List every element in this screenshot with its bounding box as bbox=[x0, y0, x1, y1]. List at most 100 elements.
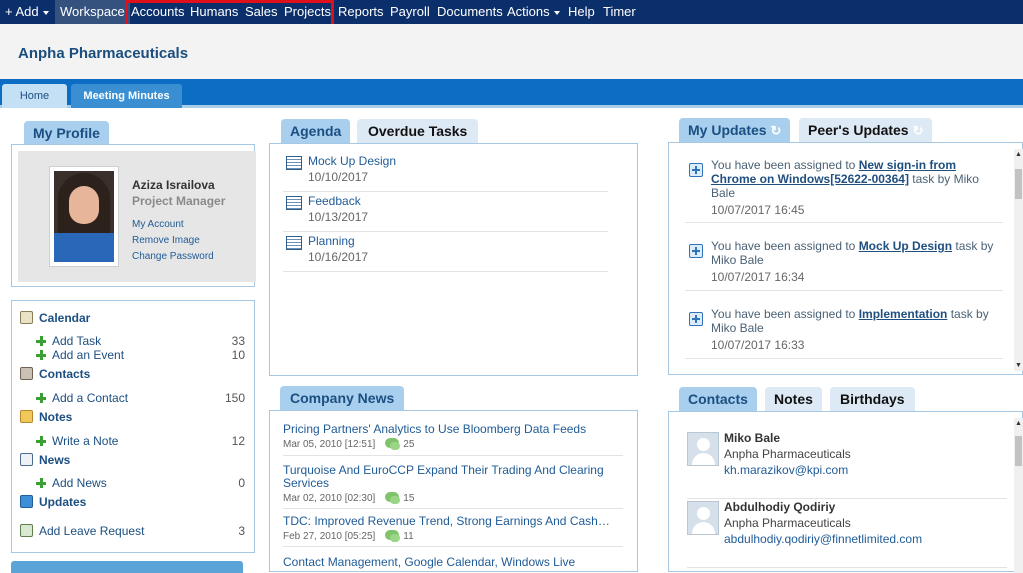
contacts-panel: Miko Bale Anpha Pharmaceuticals kh.maraz… bbox=[668, 411, 1023, 573]
my-account-link[interactable]: My Account bbox=[132, 219, 184, 230]
expand-icon[interactable] bbox=[689, 244, 703, 258]
nav-workspace[interactable]: Workspace bbox=[55, 0, 130, 24]
tab-birthdays[interactable]: Birthdays bbox=[830, 387, 915, 412]
nav-reports[interactable]: Reports bbox=[338, 0, 384, 24]
plus-icon bbox=[36, 436, 46, 446]
nav-timer[interactable]: Timer bbox=[603, 0, 636, 24]
refresh-icon[interactable]: ↻ bbox=[770, 123, 781, 138]
scroll-thumb[interactable] bbox=[1015, 169, 1022, 199]
news-item-meta: Mar 05, 2010 [12:51] 25 bbox=[283, 438, 623, 450]
profile-name: Aziza Israilova bbox=[132, 178, 215, 192]
expand-icon[interactable] bbox=[689, 312, 703, 326]
tab-agenda[interactable]: Agenda bbox=[281, 119, 351, 144]
contacts-heading[interactable]: Contacts bbox=[20, 367, 90, 383]
contact-name: Abdulhodiy Qodiriy bbox=[724, 500, 836, 514]
nav-actions[interactable]: Actions bbox=[507, 0, 560, 24]
photo-shirt bbox=[54, 233, 114, 262]
refresh-icon[interactable]: ↻ bbox=[913, 123, 924, 138]
agenda-item-title[interactable]: Feedback bbox=[308, 194, 361, 208]
news-item: Turquoise And EuroCCP Expand Their Tradi… bbox=[283, 464, 623, 509]
company-header: Anpha Pharmaceuticals bbox=[0, 24, 1023, 79]
notes-heading[interactable]: Notes bbox=[20, 410, 72, 426]
chevron-down-icon bbox=[42, 10, 49, 15]
calendar-icon bbox=[286, 156, 302, 170]
contact-item[interactable]: Abdulhodiy Qodiriy Anpha Pharmaceuticals… bbox=[687, 500, 1007, 568]
updates-scrollbar[interactable]: ▲ ▼ bbox=[1014, 149, 1023, 371]
nav-payroll[interactable]: Payroll bbox=[390, 0, 430, 24]
contact-email-link[interactable]: kh.marazikov@kpi.com bbox=[724, 463, 848, 477]
comment-icon bbox=[385, 438, 401, 450]
my-profile-tab[interactable]: My Profile bbox=[24, 121, 109, 145]
news-item-comments: 11 bbox=[403, 531, 414, 542]
profile-role: Project Manager bbox=[132, 194, 226, 208]
contacts-icon bbox=[20, 367, 33, 380]
tab-contacts[interactable]: Contacts bbox=[679, 387, 757, 412]
tab-my-updates-label: My Updates bbox=[688, 122, 767, 138]
add-leave-request-link[interactable]: Add Leave Request bbox=[20, 524, 144, 538]
agenda-item[interactable]: Planning 10/16/2017 bbox=[283, 232, 608, 272]
contact-avatar-icon bbox=[687, 501, 719, 535]
news-heading[interactable]: News bbox=[20, 453, 70, 469]
update-prefix: You have been assigned to bbox=[711, 158, 859, 172]
profile-photo bbox=[54, 171, 114, 262]
contacts-scrollbar[interactable]: ▲ bbox=[1014, 418, 1023, 573]
scroll-up-icon[interactable]: ▲ bbox=[1015, 420, 1022, 427]
remove-image-link[interactable]: Remove Image bbox=[132, 235, 200, 246]
agenda-item[interactable]: Feedback 10/13/2017 bbox=[283, 192, 608, 232]
add-leave-request-label: Add Leave Request bbox=[39, 524, 145, 538]
plus-icon bbox=[36, 393, 46, 403]
nav-help[interactable]: Help bbox=[568, 0, 595, 24]
profile-panel: Aziza Israilova Project Manager My Accou… bbox=[11, 144, 256, 287]
tab-home[interactable]: Home bbox=[2, 84, 67, 108]
tab-my-updates[interactable]: My Updates ↻ bbox=[679, 118, 791, 143]
news-item-title[interactable]: TDC: Improved Revenue Trend, Strong Earn… bbox=[283, 515, 623, 528]
leave-request-icon bbox=[20, 524, 33, 537]
comment-icon bbox=[385, 530, 401, 542]
updates-panel: You have been assigned to New sign-in fr… bbox=[668, 142, 1023, 375]
updates-icon bbox=[20, 495, 33, 508]
tab-meeting-minutes[interactable]: Meeting Minutes bbox=[71, 84, 182, 108]
quick-links-panel: Calendar Add Task 33 Add an Event 10 Con… bbox=[11, 300, 255, 553]
update-prefix: You have been assigned to bbox=[711, 307, 859, 321]
news-item-title[interactable]: Turquoise And EuroCCP Expand Their Tradi… bbox=[283, 464, 618, 490]
agenda-item-title[interactable]: Mock Up Design bbox=[308, 154, 396, 168]
news-item-title[interactable]: Pricing Partners' Analytics to Use Bloom… bbox=[283, 423, 623, 436]
agenda-item-date: 10/13/2017 bbox=[308, 210, 369, 224]
tab-overdue-tasks[interactable]: Overdue Tasks bbox=[357, 119, 479, 144]
change-password-link[interactable]: Change Password bbox=[132, 251, 214, 262]
news-item: TDC: Improved Revenue Trend, Strong Earn… bbox=[283, 515, 623, 547]
add-news-link[interactable]: Add News bbox=[36, 476, 107, 490]
write-note-link[interactable]: Write a Note bbox=[36, 434, 118, 448]
scroll-down-icon[interactable]: ▼ bbox=[1015, 362, 1022, 369]
news-item-title[interactable]: Contact Management, Google Calendar, Win… bbox=[283, 556, 623, 569]
scroll-thumb[interactable] bbox=[1015, 436, 1022, 466]
tab-peers-updates[interactable]: Peer's Updates ↻ bbox=[799, 118, 933, 143]
add-task-link[interactable]: Add Task bbox=[36, 334, 101, 348]
contact-email-link[interactable]: abdulhodiy.qodiriy@finnetlimited.com bbox=[724, 532, 922, 546]
news-item-meta: Feb 27, 2010 [05:25] 11 bbox=[283, 530, 623, 542]
add-event-link[interactable]: Add an Event bbox=[36, 348, 124, 362]
contact-avatar-icon bbox=[687, 432, 719, 466]
update-task-link[interactable]: Implementation bbox=[859, 307, 948, 321]
update-task-link[interactable]: Mock Up Design bbox=[859, 239, 952, 253]
add-menu[interactable]: + Add bbox=[5, 0, 49, 24]
nav-documents[interactable]: Documents bbox=[437, 0, 503, 24]
write-note-count: 12 bbox=[231, 434, 245, 448]
agenda-item[interactable]: Mock Up Design 10/10/2017 bbox=[283, 152, 608, 192]
updates-heading[interactable]: Updates bbox=[20, 495, 86, 511]
notes-label: Notes bbox=[39, 410, 73, 424]
add-contact-link[interactable]: Add a Contact bbox=[36, 391, 128, 405]
company-news-panel: Pricing Partners' Analytics to Use Bloom… bbox=[269, 410, 638, 572]
agenda-item-title[interactable]: Planning bbox=[308, 234, 355, 248]
tab-notes[interactable]: Notes bbox=[765, 387, 822, 412]
expand-icon[interactable] bbox=[689, 163, 703, 177]
contact-item[interactable]: Miko Bale Anpha Pharmaceuticals kh.maraz… bbox=[687, 431, 1007, 499]
company-news-tab[interactable]: Company News bbox=[280, 386, 405, 411]
profile-card: Aziza Israilova Project Manager My Accou… bbox=[18, 151, 256, 282]
scroll-up-icon[interactable]: ▲ bbox=[1015, 151, 1022, 158]
calendar-label: Calendar bbox=[39, 311, 91, 325]
agenda-item-date: 10/16/2017 bbox=[308, 250, 369, 264]
agenda-item-date: 10/10/2017 bbox=[308, 170, 369, 184]
news-item-comments: 25 bbox=[403, 439, 415, 450]
calendar-heading[interactable]: Calendar bbox=[20, 311, 90, 327]
